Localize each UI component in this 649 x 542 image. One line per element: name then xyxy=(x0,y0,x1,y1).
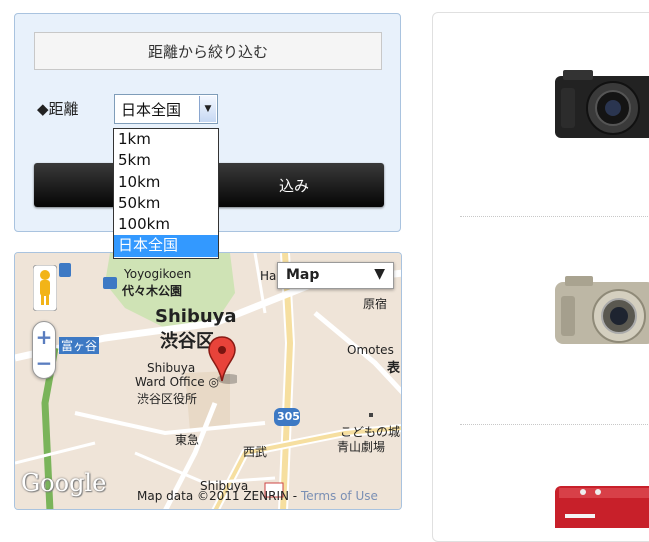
map-label-yoyogi-park: 代々木公園 xyxy=(122,284,183,298)
zoom-control: + − xyxy=(32,321,56,379)
zoom-in-icon[interactable]: + xyxy=(33,326,55,348)
map-type-dropdown[interactable]: Map ▼ xyxy=(277,262,394,289)
map-label-ha: Ha xyxy=(260,269,277,283)
map-label-shibuya-jp: 渋谷区 xyxy=(160,331,214,352)
triangle-down-icon: ▼ xyxy=(374,266,385,282)
distance-label: ◆距離 xyxy=(37,100,79,118)
dropdown-option-100km[interactable]: 100km xyxy=(114,214,218,235)
map-label-harajuku: 原宿 xyxy=(363,297,388,311)
submit-button-label: 込み xyxy=(278,176,309,195)
map-panel[interactable]: Yoyogikoen 代々木公園 Shibuya 渋谷区 Shibuya War… xyxy=(14,252,402,510)
dropdown-option-50km[interactable]: 50km xyxy=(114,193,218,214)
dropdown-option-nationwide[interactable]: 日本全国 xyxy=(114,235,218,257)
map-label-seibu: 西武 xyxy=(243,445,268,459)
distance-select-value: 日本全国 xyxy=(121,101,182,119)
map-label-omotesando-jp: 表 xyxy=(387,361,401,376)
map-label-shibuya-en: Shibuya xyxy=(155,306,237,327)
distance-select[interactable]: 日本全国 ▼ xyxy=(114,94,218,124)
google-logo[interactable]: Google xyxy=(21,469,106,497)
camera-thumbnail-silver[interactable] xyxy=(553,272,649,352)
attribution-text: Map data ©2011 ZENRIN - xyxy=(137,489,301,503)
train-icon-nw xyxy=(59,263,71,277)
dropdown-option-1km[interactable]: 1km xyxy=(114,129,218,150)
product-divider xyxy=(460,424,649,425)
poi-dot xyxy=(369,413,373,417)
filter-header: 距離から絞り込む xyxy=(34,32,382,70)
map-label-tokyu: 東急 xyxy=(175,433,200,447)
zoom-out-icon[interactable]: − xyxy=(33,352,55,374)
chevron-down-icon[interactable]: ▼ xyxy=(199,96,216,122)
dropdown-option-10km[interactable]: 10km xyxy=(114,172,218,193)
product-divider xyxy=(460,216,649,217)
dropdown-option-5km[interactable]: 5km xyxy=(114,150,218,171)
map-label-omotesando: Omotes xyxy=(347,343,394,357)
map-label-yoyogikoen: Yoyogikoen xyxy=(124,267,192,281)
street-view-pegman-icon[interactable] xyxy=(33,265,57,311)
camera-thumbnail-black[interactable] xyxy=(553,66,649,146)
map-label-route: 305 xyxy=(277,410,300,423)
map-type-label: Map xyxy=(286,267,320,283)
location-marker-icon[interactable] xyxy=(207,335,237,387)
camera-thumbnail-red[interactable] xyxy=(553,482,649,528)
map-label-tomigaya: 富ヶ谷 xyxy=(59,337,100,354)
map-attribution: Map data ©2011 ZENRIN - Terms of Use xyxy=(137,489,378,503)
train-icon-yoyogikoen xyxy=(103,277,117,289)
map-label-ward-office-1: Shibuya xyxy=(147,361,196,375)
terms-of-use-link[interactable]: Terms of Use xyxy=(301,489,378,503)
map-label-ward-office-jp: 渋谷区役所 xyxy=(137,392,198,406)
distance-dropdown-list[interactable]: 1km 5km 10km 50km 100km 日本全国 xyxy=(113,128,219,259)
map-label-aoyama: 青山劇場 xyxy=(337,440,386,454)
